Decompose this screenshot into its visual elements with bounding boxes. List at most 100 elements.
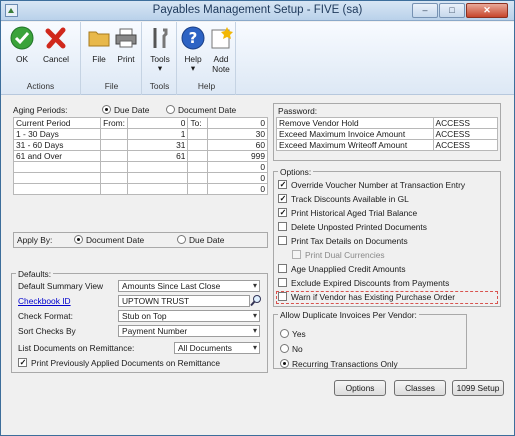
aging-period-name[interactable] <box>12 172 102 184</box>
print-applied-checkbox[interactable]: Print Previously Applied Documents on Re… <box>18 358 220 368</box>
help-group-label: Help <box>197 81 216 91</box>
option-label: Track Discounts Available in GL <box>291 194 409 204</box>
close-button[interactable]: ✕ <box>466 3 508 18</box>
option-label: Print Dual Currencies <box>305 250 385 260</box>
aging-from-value[interactable] <box>126 172 189 184</box>
aging-period-name[interactable] <box>12 161 102 173</box>
from-caption <box>100 150 128 162</box>
radio-indicator <box>280 344 289 353</box>
option-label: Age Unapplied Credit Amounts <box>291 264 406 274</box>
tools-group-label: Tools <box>149 81 170 91</box>
file-button[interactable]: File <box>84 26 114 64</box>
option-checkbox[interactable]: Print Tax Details on Documents <box>278 236 408 246</box>
tools-dropdown-arrow: ▾ <box>157 63 163 73</box>
1099-setup-button[interactable]: 1099 Setup <box>452 380 504 396</box>
due-date-label: Due Date <box>189 235 225 245</box>
ok-button[interactable]: OK <box>7 26 37 64</box>
option-checkbox[interactable]: Track Discounts Available in GL <box>278 194 409 204</box>
lookup-icon[interactable] <box>250 294 262 309</box>
aging-from-value[interactable]: 1 <box>126 128 189 140</box>
note-icon <box>211 27 233 49</box>
options-title: Options: <box>278 167 314 177</box>
radio-indicator <box>74 235 83 244</box>
aging-period-name[interactable]: 1 - 30 Days <box>12 128 102 140</box>
option-checkbox[interactable]: Age Unapplied Credit Amounts <box>278 264 406 274</box>
aging-to-value[interactable]: 0 <box>207 172 268 184</box>
radio-indicator <box>166 105 175 114</box>
aging-period-name[interactable]: 61 and Over <box>12 150 102 162</box>
options-button[interactable]: Options <box>334 380 386 396</box>
list-docs-dropdown[interactable]: All Documents <box>174 342 260 354</box>
focus-highlight <box>276 291 498 304</box>
aging-period-name[interactable]: 31 - 60 Days <box>12 139 102 151</box>
list-docs-label: List Documents on Remittance: <box>18 343 135 353</box>
aging-period-name[interactable]: Current Period <box>12 117 102 129</box>
default-summary-view-label: Default Summary View <box>18 281 104 291</box>
ok-label: OK <box>15 54 29 64</box>
apply-by-due-date-radio[interactable]: Due Date <box>177 235 224 245</box>
add-note-label: Add Note <box>212 54 230 74</box>
aging-from-value[interactable]: 31 <box>126 139 189 151</box>
radio-indicator <box>177 235 186 244</box>
password-value-field[interactable]: ACCESS <box>432 117 499 129</box>
option-label: Print Historical Aged Trial Balance <box>291 208 418 218</box>
checkbox-indicator <box>278 222 287 231</box>
duplicates-recurring-radio[interactable]: Recurring Transactions Only <box>280 359 398 369</box>
check-format-dropdown[interactable]: Stub on Top <box>118 310 260 322</box>
to-caption <box>187 139 209 151</box>
option-checkbox[interactable]: Exclude Expired Discounts from Payments <box>278 278 449 288</box>
aging-to-value[interactable]: 0 <box>207 183 268 195</box>
option-checkbox: Print Dual Currencies <box>292 250 385 260</box>
aging-document-date-radio[interactable]: Document Date <box>166 105 236 115</box>
duplicate-invoices-section: Allow Duplicate Invoices Per Vendor: Yes… <box>273 310 467 369</box>
options-section: Options: Override Voucher Number at Tran… <box>273 167 501 307</box>
password-value-field[interactable]: ACCESS <box>432 139 499 151</box>
maximize-button[interactable]: □ <box>439 3 465 18</box>
option-checkbox[interactable]: Override Voucher Number at Transaction E… <box>278 180 465 190</box>
aging-to-value[interactable]: 0 <box>207 117 268 129</box>
defaults-title: Defaults: <box>16 269 54 279</box>
checkbook-id-label[interactable]: Checkbook ID <box>18 296 71 306</box>
to-caption <box>187 172 209 184</box>
yes-label: Yes <box>292 329 306 339</box>
aging-row: Current Period From: 0 To: 0 <box>12 117 268 129</box>
duplicates-no-radio[interactable]: No <box>280 344 303 354</box>
aging-from-value[interactable] <box>126 183 189 195</box>
cancel-button[interactable]: Cancel <box>41 26 71 64</box>
add-note-button[interactable]: Add Note <box>206 26 236 74</box>
option-label: Exclude Expired Discounts from Payments <box>291 278 450 288</box>
folder-icon <box>88 31 110 47</box>
aging-from-value[interactable] <box>126 161 189 173</box>
checkbook-id-input[interactable]: UPTOWN TRUST <box>118 295 250 307</box>
document-date-label: Document Date <box>86 235 145 245</box>
option-checkbox[interactable]: Delete Unposted Printed Documents <box>278 222 427 232</box>
aging-row: 0 <box>12 183 268 195</box>
aging-to-value[interactable]: 0 <box>207 161 268 173</box>
aging-to-value[interactable]: 60 <box>207 139 268 151</box>
aging-from-value[interactable]: 0 <box>126 117 189 129</box>
tools-button[interactable]: Tools ▾ <box>145 26 175 73</box>
svg-text:?: ? <box>189 29 198 47</box>
duplicates-yes-radio[interactable]: Yes <box>280 329 306 339</box>
default-summary-view-dropdown[interactable]: Amounts Since Last Close <box>118 280 260 292</box>
from-caption <box>100 128 128 140</box>
help-button[interactable]: ? Help ▾ <box>178 26 208 73</box>
apply-by-document-date-radio[interactable]: Document Date <box>74 235 144 245</box>
aging-to-value[interactable]: 30 <box>207 128 268 140</box>
help-dropdown-arrow: ▾ <box>190 63 196 73</box>
from-caption: From: <box>100 117 128 129</box>
aging-due-date-radio[interactable]: Due Date <box>102 105 149 115</box>
option-checkbox[interactable]: Print Historical Aged Trial Balance <box>278 208 417 218</box>
apply-by-section: Apply By: Document Date Due Date <box>13 232 268 248</box>
aging-to-value[interactable]: 999 <box>207 150 268 162</box>
aging-period-name[interactable] <box>12 183 102 195</box>
sort-checks-by-dropdown[interactable]: Payment Number <box>118 325 260 337</box>
ribbon-toolbar: OK Cancel Actions File Print File Tools … <box>1 22 514 95</box>
to-caption: To: <box>187 117 209 129</box>
aging-from-value[interactable]: 61 <box>126 150 189 162</box>
minimize-button[interactable]: ‒ <box>412 3 438 18</box>
print-button[interactable]: Print <box>111 26 141 64</box>
classes-button[interactable]: Classes <box>394 380 446 396</box>
from-caption <box>100 183 128 195</box>
password-value-field[interactable]: ACCESS <box>432 128 499 140</box>
